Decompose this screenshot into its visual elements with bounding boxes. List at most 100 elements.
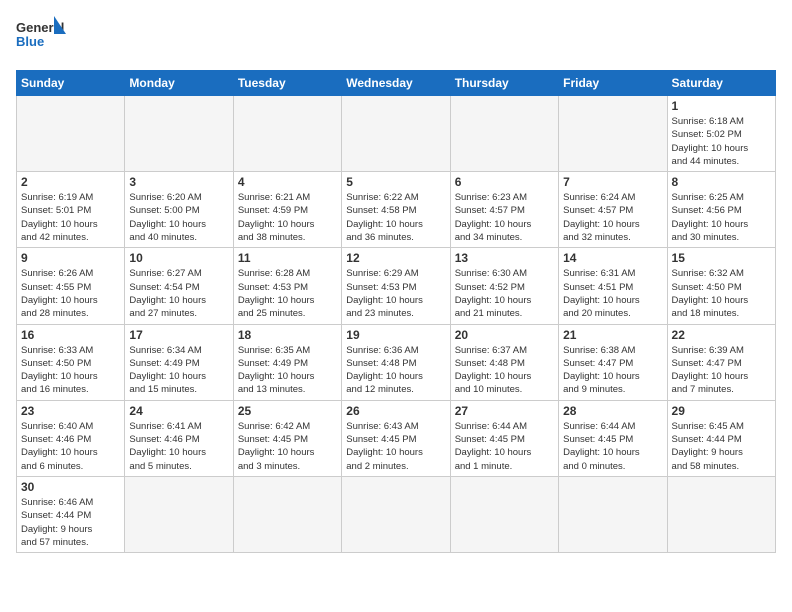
calendar-week-row: 1 Sunrise: 6:18 AM Sunset: 5:02 PM Daylig… bbox=[17, 96, 776, 172]
weekday-header-friday: Friday bbox=[559, 71, 667, 96]
day-info: Sunrise: 6:46 AM Sunset: 4:44 PM Dayligh… bbox=[21, 496, 120, 549]
day-number: 12 bbox=[346, 251, 445, 265]
logo-svg: General Blue bbox=[16, 16, 66, 60]
day-info: Sunrise: 6:26 AM Sunset: 4:55 PM Dayligh… bbox=[21, 267, 120, 320]
day-number: 25 bbox=[238, 404, 337, 418]
calendar-day-cell bbox=[450, 96, 558, 172]
calendar-day-cell bbox=[125, 476, 233, 552]
calendar-day-cell: 17 Sunrise: 6:34 AM Sunset: 4:49 PM Dayli… bbox=[125, 324, 233, 400]
day-number: 26 bbox=[346, 404, 445, 418]
calendar-day-cell bbox=[17, 96, 125, 172]
calendar-day-cell: 24 Sunrise: 6:41 AM Sunset: 4:46 PM Dayli… bbox=[125, 400, 233, 476]
calendar-table: SundayMondayTuesdayWednesdayThursdayFrid… bbox=[16, 70, 776, 553]
day-number: 22 bbox=[672, 328, 771, 342]
calendar-day-cell: 13 Sunrise: 6:30 AM Sunset: 4:52 PM Dayli… bbox=[450, 248, 558, 324]
svg-text:Blue: Blue bbox=[16, 34, 44, 49]
calendar-day-cell: 29 Sunrise: 6:45 AM Sunset: 4:44 PM Dayli… bbox=[667, 400, 775, 476]
day-number: 14 bbox=[563, 251, 662, 265]
calendar-day-cell: 15Sunrise: 6:32 AM Sunset: 4:50 PM Dayli… bbox=[667, 248, 775, 324]
calendar-day-cell: 12 Sunrise: 6:29 AM Sunset: 4:53 PM Dayli… bbox=[342, 248, 450, 324]
calendar-day-cell bbox=[342, 96, 450, 172]
day-number: 1 bbox=[672, 99, 771, 113]
day-info: Sunrise: 6:35 AM Sunset: 4:49 PM Dayligh… bbox=[238, 344, 337, 397]
weekday-header-row: SundayMondayTuesdayWednesdayThursdayFrid… bbox=[17, 71, 776, 96]
calendar-day-cell: 3 Sunrise: 6:20 AM Sunset: 5:00 PM Daylig… bbox=[125, 172, 233, 248]
calendar-day-cell bbox=[667, 476, 775, 552]
day-info: Sunrise: 6:28 AM Sunset: 4:53 PM Dayligh… bbox=[238, 267, 337, 320]
day-number: 23 bbox=[21, 404, 120, 418]
day-info: Sunrise: 6:29 AM Sunset: 4:53 PM Dayligh… bbox=[346, 267, 445, 320]
day-number: 30 bbox=[21, 480, 120, 494]
day-number: 18 bbox=[238, 328, 337, 342]
calendar-day-cell bbox=[559, 96, 667, 172]
calendar-day-cell: 8 Sunrise: 6:25 AM Sunset: 4:56 PM Daylig… bbox=[667, 172, 775, 248]
day-info: Sunrise: 6:18 AM Sunset: 5:02 PM Dayligh… bbox=[672, 115, 771, 168]
calendar-day-cell: 22 Sunrise: 6:39 AM Sunset: 4:47 PM Dayli… bbox=[667, 324, 775, 400]
calendar-week-row: 2 Sunrise: 6:19 AM Sunset: 5:01 PM Daylig… bbox=[17, 172, 776, 248]
day-info: Sunrise: 6:43 AM Sunset: 4:45 PM Dayligh… bbox=[346, 420, 445, 473]
day-info: Sunrise: 6:24 AM Sunset: 4:57 PM Dayligh… bbox=[563, 191, 662, 244]
day-info: Sunrise: 6:30 AM Sunset: 4:52 PM Dayligh… bbox=[455, 267, 554, 320]
day-number: 16 bbox=[21, 328, 120, 342]
calendar-day-cell bbox=[125, 96, 233, 172]
day-info: Sunrise: 6:19 AM Sunset: 5:01 PM Dayligh… bbox=[21, 191, 120, 244]
logo: General Blue bbox=[16, 16, 66, 60]
day-number: 4 bbox=[238, 175, 337, 189]
day-info: Sunrise: 6:20 AM Sunset: 5:00 PM Dayligh… bbox=[129, 191, 228, 244]
calendar-day-cell: 30 Sunrise: 6:46 AM Sunset: 4:44 PM Dayli… bbox=[17, 476, 125, 552]
day-info: Sunrise: 6:31 AM Sunset: 4:51 PM Dayligh… bbox=[563, 267, 662, 320]
calendar-page: General Blue SundayMondayTuesdayWednesda… bbox=[0, 0, 792, 563]
weekday-header-saturday: Saturday bbox=[667, 71, 775, 96]
day-number: 5 bbox=[346, 175, 445, 189]
weekday-header-thursday: Thursday bbox=[450, 71, 558, 96]
day-number: 29 bbox=[672, 404, 771, 418]
calendar-day-cell: 10 Sunrise: 6:27 AM Sunset: 4:54 PM Dayli… bbox=[125, 248, 233, 324]
calendar-day-cell: 2 Sunrise: 6:19 AM Sunset: 5:01 PM Daylig… bbox=[17, 172, 125, 248]
day-number: 27 bbox=[455, 404, 554, 418]
day-number: 10 bbox=[129, 251, 228, 265]
day-number: 24 bbox=[129, 404, 228, 418]
day-number: 15 bbox=[672, 251, 771, 265]
day-number: 2 bbox=[21, 175, 120, 189]
day-number: 21 bbox=[563, 328, 662, 342]
weekday-header-wednesday: Wednesday bbox=[342, 71, 450, 96]
day-info: Sunrise: 6:22 AM Sunset: 4:58 PM Dayligh… bbox=[346, 191, 445, 244]
header: General Blue bbox=[16, 16, 776, 60]
calendar-day-cell: 27 Sunrise: 6:44 AM Sunset: 4:45 PM Dayli… bbox=[450, 400, 558, 476]
day-info: Sunrise: 6:41 AM Sunset: 4:46 PM Dayligh… bbox=[129, 420, 228, 473]
calendar-day-cell: 28Sunrise: 6:44 AM Sunset: 4:45 PM Dayli… bbox=[559, 400, 667, 476]
day-info: Sunrise: 6:37 AM Sunset: 4:48 PM Dayligh… bbox=[455, 344, 554, 397]
calendar-week-row: 23Sunrise: 6:40 AM Sunset: 4:46 PM Dayli… bbox=[17, 400, 776, 476]
day-info: Sunrise: 6:34 AM Sunset: 4:49 PM Dayligh… bbox=[129, 344, 228, 397]
calendar-day-cell: 16 Sunrise: 6:33 AM Sunset: 4:50 PM Dayli… bbox=[17, 324, 125, 400]
calendar-day-cell: 1 Sunrise: 6:18 AM Sunset: 5:02 PM Daylig… bbox=[667, 96, 775, 172]
day-number: 3 bbox=[129, 175, 228, 189]
calendar-day-cell: 4Sunrise: 6:21 AM Sunset: 4:59 PM Daylig… bbox=[233, 172, 341, 248]
calendar-day-cell: 21Sunrise: 6:38 AM Sunset: 4:47 PM Dayli… bbox=[559, 324, 667, 400]
day-number: 19 bbox=[346, 328, 445, 342]
day-info: Sunrise: 6:39 AM Sunset: 4:47 PM Dayligh… bbox=[672, 344, 771, 397]
calendar-day-cell: 19 Sunrise: 6:36 AM Sunset: 4:48 PM Dayli… bbox=[342, 324, 450, 400]
calendar-day-cell: 14 Sunrise: 6:31 AM Sunset: 4:51 PM Dayli… bbox=[559, 248, 667, 324]
day-number: 13 bbox=[455, 251, 554, 265]
day-info: Sunrise: 6:23 AM Sunset: 4:57 PM Dayligh… bbox=[455, 191, 554, 244]
weekday-header-monday: Monday bbox=[125, 71, 233, 96]
day-number: 6 bbox=[455, 175, 554, 189]
calendar-day-cell: 25Sunrise: 6:42 AM Sunset: 4:45 PM Dayli… bbox=[233, 400, 341, 476]
calendar-day-cell bbox=[450, 476, 558, 552]
day-info: Sunrise: 6:44 AM Sunset: 4:45 PM Dayligh… bbox=[455, 420, 554, 473]
day-info: Sunrise: 6:27 AM Sunset: 4:54 PM Dayligh… bbox=[129, 267, 228, 320]
day-info: Sunrise: 6:45 AM Sunset: 4:44 PM Dayligh… bbox=[672, 420, 771, 473]
day-number: 7 bbox=[563, 175, 662, 189]
calendar-day-cell bbox=[342, 476, 450, 552]
day-number: 11 bbox=[238, 251, 337, 265]
day-number: 17 bbox=[129, 328, 228, 342]
day-info: Sunrise: 6:25 AM Sunset: 4:56 PM Dayligh… bbox=[672, 191, 771, 244]
day-number: 9 bbox=[21, 251, 120, 265]
day-number: 8 bbox=[672, 175, 771, 189]
calendar-day-cell bbox=[559, 476, 667, 552]
calendar-day-cell: 6 Sunrise: 6:23 AM Sunset: 4:57 PM Daylig… bbox=[450, 172, 558, 248]
day-info: Sunrise: 6:36 AM Sunset: 4:48 PM Dayligh… bbox=[346, 344, 445, 397]
day-info: Sunrise: 6:33 AM Sunset: 4:50 PM Dayligh… bbox=[21, 344, 120, 397]
weekday-header-tuesday: Tuesday bbox=[233, 71, 341, 96]
